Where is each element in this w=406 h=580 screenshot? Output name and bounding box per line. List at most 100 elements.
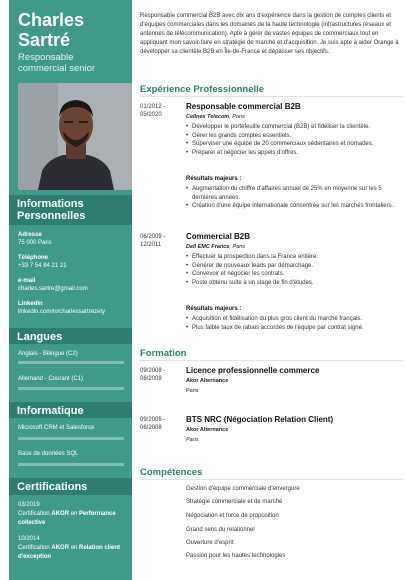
first-name: Charles [18,10,85,30]
job-1-city: , Paris [229,114,245,120]
phone-block: Téléphone +33 7 54 84 21 21 [18,254,128,270]
phone-label: Téléphone [18,255,49,261]
certification-1: 03/2019 Certification AKOR en Performanc… [18,501,128,528]
job-1-company-name: Cellnex Telecom [186,114,230,120]
email-label: e-mail [18,278,36,284]
list-item: Poste obtenu suite à un stage de fin d'é… [186,279,400,288]
skill-item: Grand sens du relationnel [186,527,255,533]
role-line-2: commercial senior [18,63,96,74]
edu-1-school: Akor Alternance [186,378,229,384]
info-title-line-1: Informations [17,198,84,210]
certification-2-pre: Certification [18,545,52,551]
address-value: 75 000 Paris [18,240,52,246]
list-item: Plus faible taux de rabais accordés de l… [186,324,400,333]
job-2-date-start: 06/2009 - [140,234,166,240]
it-sql-track [18,463,124,466]
sidebar: Charles Sartré Responsable commercial se… [9,0,132,580]
job-2-date-end: 12/2011 [140,242,162,248]
job-1-dates: 01/2012 - 05/2020 [140,103,182,119]
languages-section-header: Langues [9,328,132,344]
linkedin-label: LinkedIn [18,301,43,307]
job-2-city: , Paris [229,244,245,250]
address-block: Adresse 75 000 Paris [18,231,128,247]
address-label: Adresse [18,232,42,238]
job-2-title: Commercial B2B [186,232,251,241]
certification-1-date: 03/2019 [18,502,40,508]
list-item: Effectuer la prospection dans la France … [186,253,400,262]
education-divider [140,360,402,361]
education-section-title: Formation [140,348,187,359]
skill-item: Ouverture d'esprit [186,540,234,546]
list-item: Création d'une équipe internationale con… [186,202,400,211]
job-2-company-name: Dell EMC France [186,244,230,250]
it-crm-label: Microsoft CRM et Salesforce [18,425,95,431]
list-item: Développer le portefeuille commercial (B… [186,123,400,132]
job-1-title: Responsable commercial B2B [186,102,301,111]
edu-1-dates: 09/2008 - 06/2009 [140,367,182,383]
language-german-label: Allemand - Courant (C1) [18,376,84,382]
job-2-results-label: Résultats majeurs : [186,306,242,312]
language-german-track [18,387,124,390]
it-crm-track [18,437,124,440]
linkedin-value[interactable]: linkedin.com/in/charlessartrezety [18,308,128,316]
certification-2: 10/2014 Certification AKOR en Relation c… [18,535,128,562]
list-item: Superviser une équipe de 20 commerciaux … [186,140,400,149]
certification-2-date: 10/2014 [18,536,40,542]
edu-1-date-start: 09/2008 - [140,368,166,374]
certification-1-pre: Certification [18,511,52,517]
skill-item: Gestion d'équipe commerciale d'envergure [186,486,300,492]
certification-1-org: AKOR [51,511,70,517]
list-item: Gérer les grands comptes essentiels. [186,132,400,141]
certification-1-mid: en [69,511,80,517]
list-item: Augmentation du chiffre d'affaires annue… [186,185,400,202]
job-1-company: Cellnex Telecom, Paris [186,114,245,120]
certification-1-text: Certification AKOR en Performance collec… [18,510,128,528]
edu-1-date-end: 06/2009 [140,376,162,382]
experience-section-title: Expérience Professionnelle [140,84,265,95]
portrait-illustration [18,83,132,190]
job-2-dates: 06/2009 - 12/2011 [140,233,182,249]
edu-2-date-end: 06/2008 [140,425,162,431]
job-1-date-end: 05/2020 [140,112,162,118]
experience-divider [140,96,402,97]
last-name: Sartré [18,30,71,50]
it-sql-label: Base de données SQL [18,451,79,457]
cv-page: Charles Sartré Responsable commercial se… [0,0,406,580]
job-2-tasks: Effectuer la prospection dans la France … [186,253,400,287]
edu-2-title: BTS NRC (Négociation Relation Client) [186,415,334,424]
list-item: Préparer et négocier les appels d'offres… [186,149,400,158]
skills-divider [140,479,402,480]
edu-1-title: Licence professionnelle commerce [186,366,320,375]
info-section-header: Informations Personnelles [9,195,132,225]
edu-1-city: Paris [186,388,199,394]
language-english-track [18,361,124,364]
candidate-role: Responsable commercial senior [9,50,132,74]
list-item: Convevoir et négocier les contrats. [186,270,400,279]
email-block: e-mail charles.sartre@gmail.com [18,277,128,293]
edu-2-dates: 09/2006 - 06/2008 [140,416,182,432]
job-2-results: Acquisition et fidélisation du plus gros… [186,315,400,332]
phone-value: +33 7 54 84 21 21 [18,263,67,269]
skill-item: Négociation et force de proposition [186,513,279,519]
edu-2-school: Akor Alternance [186,427,229,433]
certifications-section-header: Certifications [9,478,132,495]
list-item: Acquisition et fidélisation du plus gros… [186,315,400,324]
certification-2-text: Certification AKOR en Relation client d'… [18,544,128,562]
edu-2-city: Paris [186,437,199,443]
skill-item: Stratégie commerciale et de marché [186,499,283,505]
profile-summary: Responsable commercial B2B avec dix ans … [140,13,399,55]
language-english-label: Anglais - Bilingue (C2) [18,351,78,357]
email-value[interactable]: charles.sartre@gmail.com [18,285,128,293]
info-title-line-2: Personnelles [17,210,86,222]
job-1-results-label: Résultats majeurs : [186,176,242,182]
certification-2-mid: en [69,545,80,551]
candidate-name: Charles Sartré [9,0,132,50]
job-1-tasks: Développer le portefeuille commercial (B… [186,123,400,157]
certification-2-org: AKOR [51,545,70,551]
job-1-date-start: 01/2012 - [140,104,166,110]
skills-section-title: Compétences [140,467,203,478]
role-line-1: Responsable [18,52,74,63]
edu-2-date-start: 09/2006 - [140,417,166,423]
linkedin-block: LinkedIn linkedin.com/in/charlessartreze… [18,300,128,316]
profile-photo [18,83,132,190]
